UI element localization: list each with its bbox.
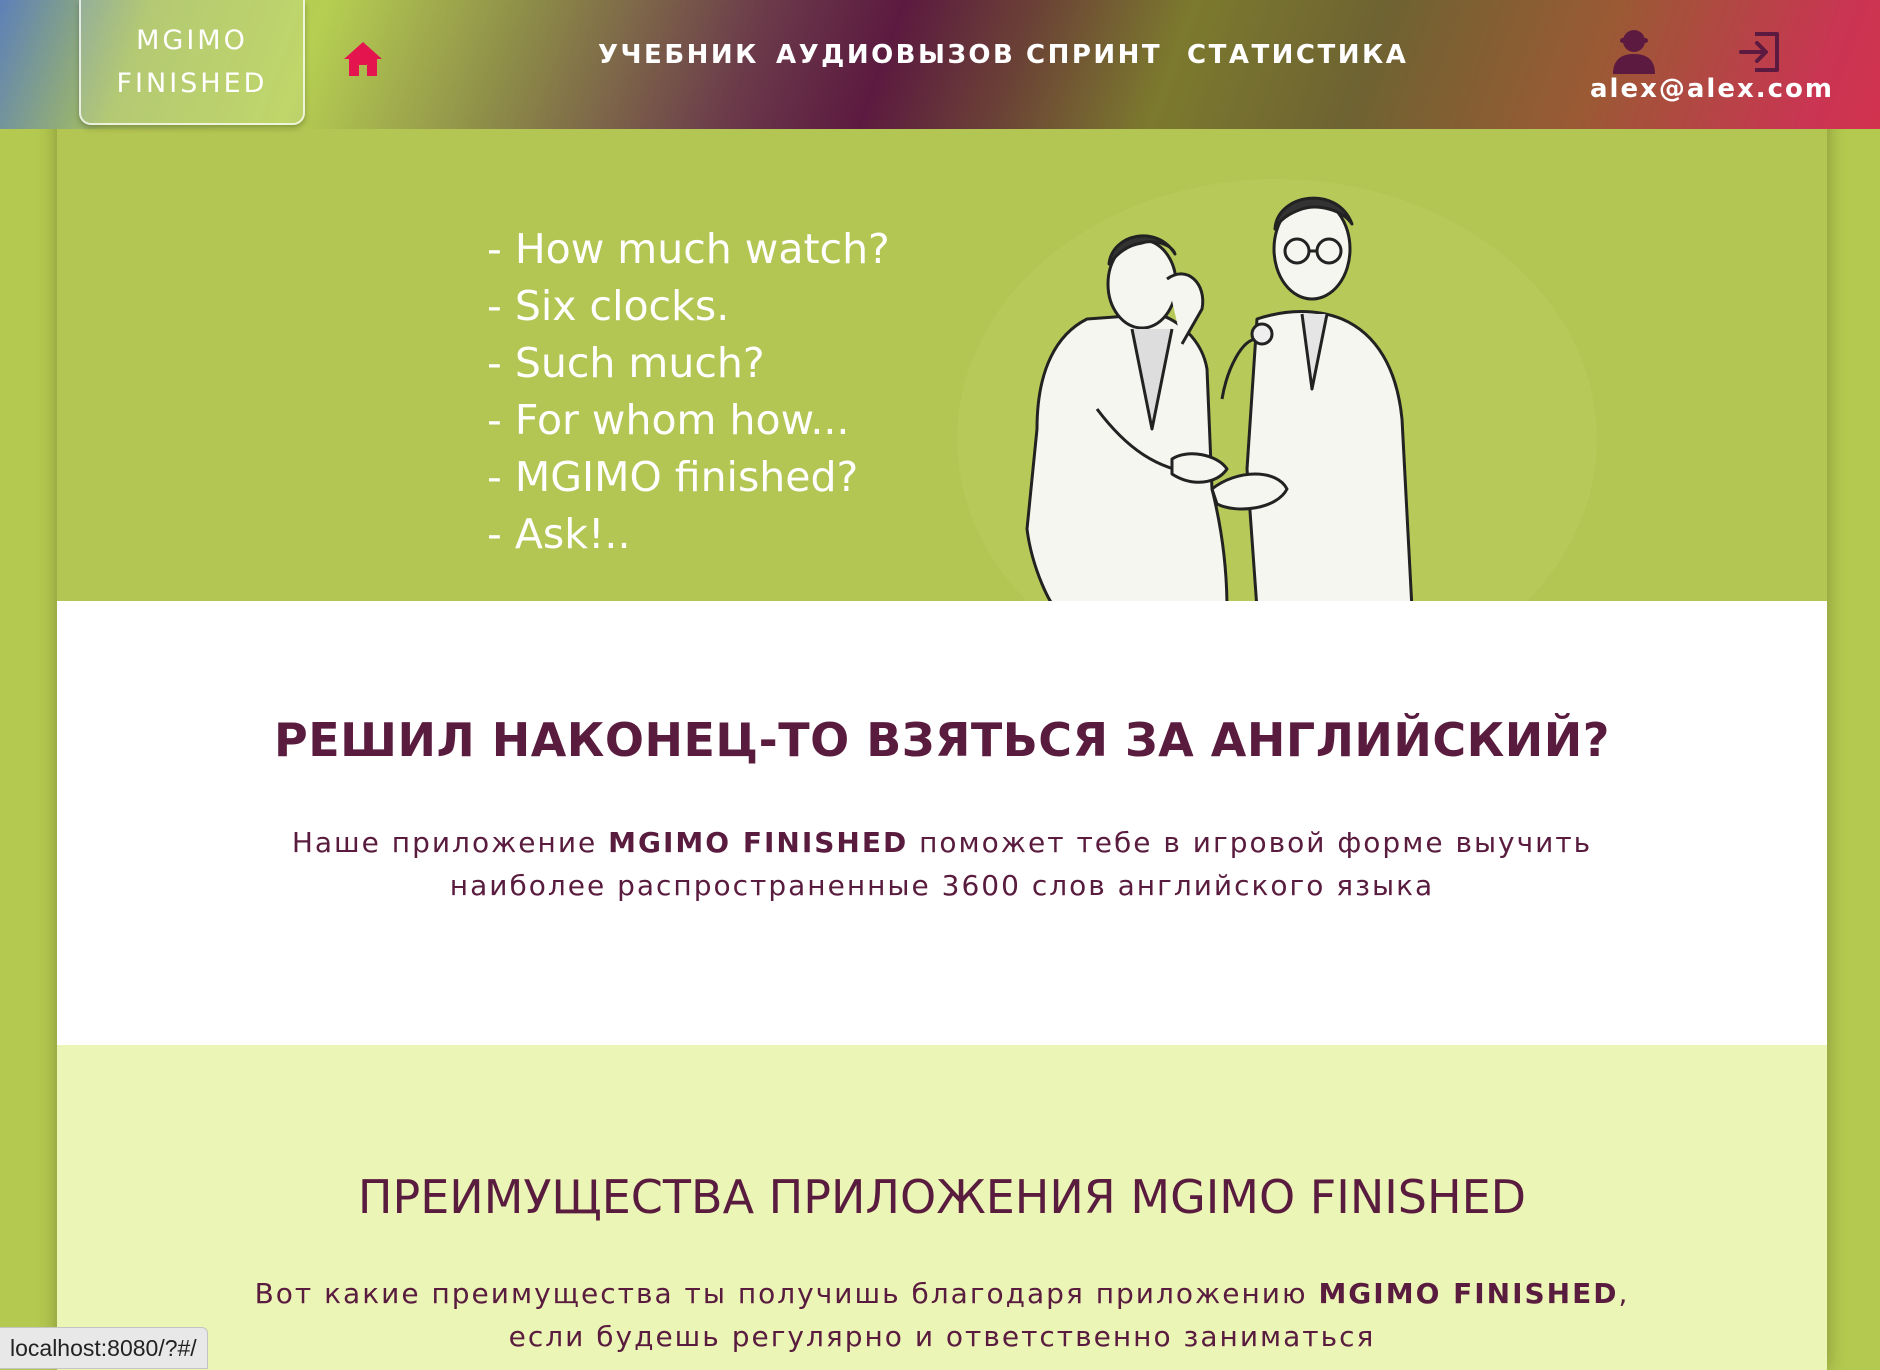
benefits-app-name: MGIMO FINISHED <box>1318 1277 1619 1310</box>
dialog-line: - MGIMO finished? <box>487 453 859 501</box>
benefits-text: Вот какие преимущества ты получишь благо… <box>237 1272 1647 1358</box>
user-icon[interactable] <box>1609 26 1659 76</box>
nav-statistics[interactable]: СТАТИСТИКА <box>1187 40 1408 70</box>
sign-in-icon[interactable] <box>1737 30 1783 74</box>
intro-title: РЕШИЛ НАКОНЕЦ-ТО ВЗЯТЬСЯ ЗА АНГЛИЙСКИЙ? <box>274 713 1610 767</box>
nav-sprint[interactable]: СПРИНТ <box>1026 40 1162 70</box>
benefits-section: ПРЕИМУЩЕСТВА ПРИЛОЖЕНИЯ MGIMO FINISHED В… <box>57 1045 1827 1370</box>
top-navbar: MGIMO FINISHED УЧЕБНИК АУДИОВЫЗОВ СПРИНТ… <box>0 0 1880 129</box>
browser-status-url: localhost:8080/?#/ <box>0 1327 208 1369</box>
dialog-line: - For whom how... <box>487 396 850 444</box>
dialog-line: - Six clocks. <box>487 282 730 330</box>
home-icon <box>344 42 382 76</box>
hero-banner: - How much watch? - Six clocks. - Such m… <box>57 129 1827 601</box>
user-email[interactable]: alex@alex.com <box>1590 74 1834 104</box>
hero-illustration <box>957 179 1597 601</box>
logo-line-1: MGIMO <box>136 24 248 56</box>
benefits-title: ПРЕИМУЩЕСТВА ПРИЛОЖЕНИЯ MGIMO FINISHED <box>357 1170 1527 1224</box>
benefits-text-start: Вот какие преимущества ты получишь благо… <box>254 1277 1319 1310</box>
intro-text-start: Наше приложение <box>291 826 609 859</box>
main-content: - How much watch? - Six clocks. - Such m… <box>57 0 1827 1370</box>
intro-text: Наше приложение MGIMO FINISHED поможет т… <box>237 821 1647 907</box>
intro-section: РЕШИЛ НАКОНЕЦ-ТО ВЗЯТЬСЯ ЗА АНГЛИЙСКИЙ? … <box>57 601 1827 1045</box>
logo-link[interactable]: MGIMO FINISHED <box>79 0 305 125</box>
hero-dialog: - How much watch? - Six clocks. - Such m… <box>487 221 890 563</box>
intro-app-name: MGIMO FINISHED <box>608 826 909 859</box>
nav-audiocall[interactable]: АУДИОВЫЗОВ <box>776 40 1015 70</box>
dialog-line: - Such much? <box>487 339 765 387</box>
home-link[interactable] <box>339 36 387 82</box>
nav-textbook[interactable]: УЧЕБНИК <box>598 40 759 70</box>
dialog-line: - Ask!.. <box>487 510 631 558</box>
dialog-line: - How much watch? <box>487 225 890 273</box>
logo-line-2: FINISHED <box>116 67 268 99</box>
